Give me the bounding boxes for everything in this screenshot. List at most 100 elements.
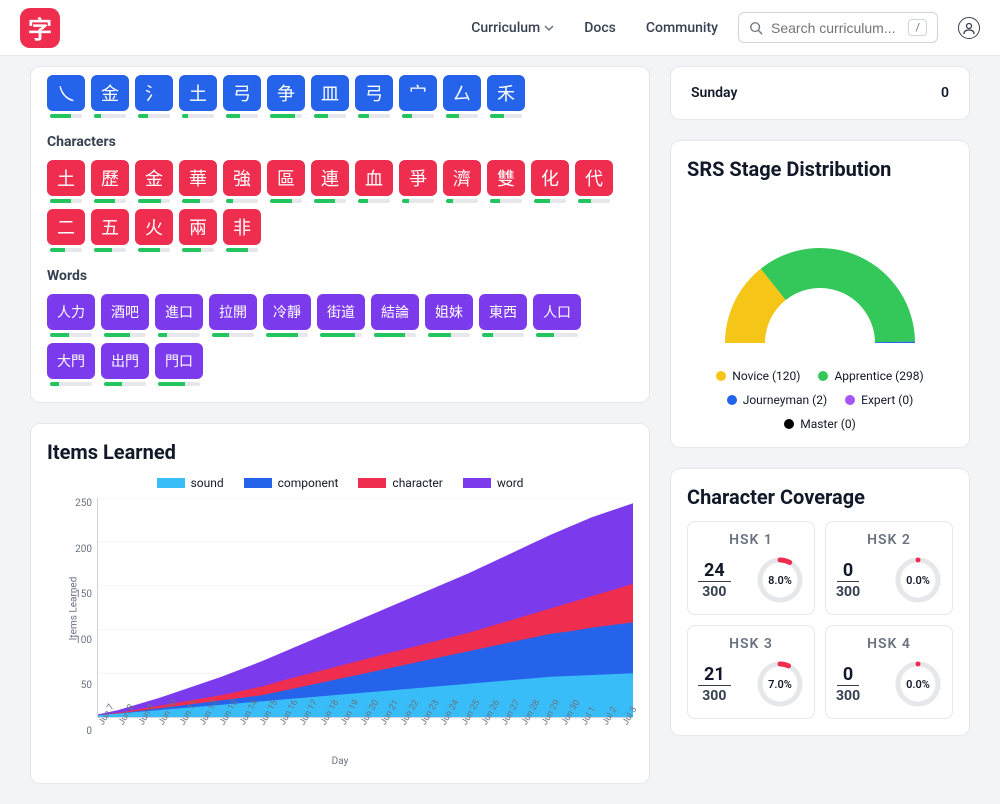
navbar: 字 Curriculum Docs Community / xyxy=(0,0,1000,56)
legend-dot xyxy=(818,371,828,381)
legend-label: Novice (120) xyxy=(732,369,800,383)
coverage-numerator: 0 xyxy=(837,664,859,686)
word-tile[interactable]: 姐妹 xyxy=(425,294,473,337)
tile-glyph: 門口 xyxy=(155,343,203,379)
tile-glyph: 五 xyxy=(91,209,129,245)
tile-progress xyxy=(50,333,92,337)
char-tile[interactable]: 爭 xyxy=(399,160,437,203)
srs-gauge xyxy=(700,213,940,353)
weekday-label: Sunday xyxy=(691,85,737,101)
char-tile[interactable]: 華 xyxy=(179,160,217,203)
tile-glyph: 乀 xyxy=(47,75,85,111)
coverage-numerator: 0 xyxy=(837,560,859,582)
char-tile[interactable]: 雙 xyxy=(487,160,525,203)
legend-swatch xyxy=(463,478,491,488)
user-menu[interactable] xyxy=(958,17,980,39)
comp-tile[interactable]: 厶 xyxy=(443,75,481,118)
coverage-ring: 0.0% xyxy=(894,556,942,604)
char-tile[interactable]: 五 xyxy=(91,209,129,252)
comp-tile[interactable]: 金 xyxy=(91,75,129,118)
word-tile[interactable]: 拉開 xyxy=(209,294,257,337)
tile-progress xyxy=(534,199,566,203)
coverage-fraction: 21 300 xyxy=(698,664,731,704)
char-tile[interactable]: 非 xyxy=(223,209,261,252)
tile-progress xyxy=(182,114,214,118)
word-tile[interactable]: 結論 xyxy=(371,294,419,337)
comp-tile[interactable]: 乀 xyxy=(47,75,85,118)
char-tile[interactable]: 金 xyxy=(135,160,173,203)
char-tile[interactable]: 連 xyxy=(311,160,349,203)
tile-progress xyxy=(320,333,362,337)
comp-tile[interactable]: 弓 xyxy=(223,75,261,118)
char-tile[interactable]: 強 xyxy=(223,160,261,203)
comp-tile[interactable]: 争 xyxy=(267,75,305,118)
nav-curriculum[interactable]: Curriculum xyxy=(471,20,554,36)
nav-community[interactable]: Community xyxy=(646,20,718,36)
tile-progress xyxy=(358,114,390,118)
coverage-fraction: 24 300 xyxy=(698,560,731,600)
char-tile[interactable]: 區 xyxy=(267,160,305,203)
tile-glyph: 金 xyxy=(135,160,173,196)
char-tile[interactable]: 濟 xyxy=(443,160,481,203)
char-tile[interactable]: 化 xyxy=(531,160,569,203)
tile-glyph: 大門 xyxy=(47,343,95,379)
tile-glyph: 人力 xyxy=(47,294,95,330)
y-tick: 200 xyxy=(67,544,92,555)
tile-glyph: 非 xyxy=(223,209,261,245)
comp-tile[interactable]: 宀 xyxy=(399,75,437,118)
items-learned-title: Items Learned xyxy=(47,440,633,464)
word-tile[interactable]: 東西 xyxy=(479,294,527,337)
tile-glyph: 濟 xyxy=(443,160,481,196)
srs-legend: Novice (120) Apprentice (298) Journeyman (… xyxy=(687,369,953,431)
tile-glyph: 人口 xyxy=(533,294,581,330)
char-tile[interactable]: 兩 xyxy=(179,209,217,252)
search-input[interactable] xyxy=(771,20,900,36)
comp-tile[interactable]: 氵 xyxy=(135,75,173,118)
nav-curriculum-label: Curriculum xyxy=(471,20,540,36)
coverage-denominator: 300 xyxy=(836,686,860,704)
word-tile[interactable]: 街道 xyxy=(317,294,365,337)
words-title: Words xyxy=(47,268,633,284)
comp-tile[interactable]: 禾 xyxy=(487,75,525,118)
coverage-level: HSK 4 xyxy=(836,636,942,652)
char-tile[interactable]: 土 xyxy=(47,160,85,203)
char-tile[interactable]: 代 xyxy=(575,160,613,203)
comp-tile[interactable]: 皿 xyxy=(311,75,349,118)
comp-tile[interactable]: 弓 xyxy=(355,75,393,118)
plot-area xyxy=(97,498,633,718)
word-tile[interactable]: 人力 xyxy=(47,294,95,337)
y-tick: 100 xyxy=(67,635,92,646)
word-tile[interactable]: 出門 xyxy=(101,343,149,386)
y-tick: 150 xyxy=(67,589,92,600)
tile-progress xyxy=(226,114,258,118)
word-tile[interactable]: 門口 xyxy=(155,343,203,386)
char-tile[interactable]: 歷 xyxy=(91,160,129,203)
word-tile[interactable]: 冷靜 xyxy=(263,294,311,337)
char-tile[interactable]: 火 xyxy=(135,209,173,252)
srs-legend-item: Apprentice (298) xyxy=(818,369,923,383)
srs-legend-item: Expert (0) xyxy=(845,393,913,407)
search-box[interactable]: / xyxy=(738,12,938,43)
weekday-card: Sunday0 xyxy=(670,66,970,120)
srs-legend-item: Novice (120) xyxy=(716,369,800,383)
tile-progress xyxy=(94,248,126,252)
nav-docs[interactable]: Docs xyxy=(584,20,616,36)
word-tile[interactable]: 人口 xyxy=(533,294,581,337)
word-tile[interactable]: 大門 xyxy=(47,343,95,386)
coverage-percent: 0.0% xyxy=(894,556,942,604)
tile-progress xyxy=(50,382,92,386)
tile-glyph: 厶 xyxy=(443,75,481,111)
word-tile[interactable]: 酒吧 xyxy=(101,294,149,337)
logo[interactable]: 字 xyxy=(20,8,60,48)
words-row: 人力酒吧進口拉開冷靜街道結論姐妹東西人口大門出門門口 xyxy=(47,294,633,386)
word-tile[interactable]: 進口 xyxy=(155,294,203,337)
srs-legend-item: Journeyman (2) xyxy=(727,393,827,407)
tile-glyph: 弓 xyxy=(355,75,393,111)
tile-progress xyxy=(138,248,170,252)
char-tile[interactable]: 二 xyxy=(47,209,85,252)
legend-dot xyxy=(845,395,855,405)
char-tile[interactable]: 血 xyxy=(355,160,393,203)
comp-tile[interactable]: 土 xyxy=(179,75,217,118)
tile-progress xyxy=(50,248,82,252)
tile-glyph: 禾 xyxy=(487,75,525,111)
